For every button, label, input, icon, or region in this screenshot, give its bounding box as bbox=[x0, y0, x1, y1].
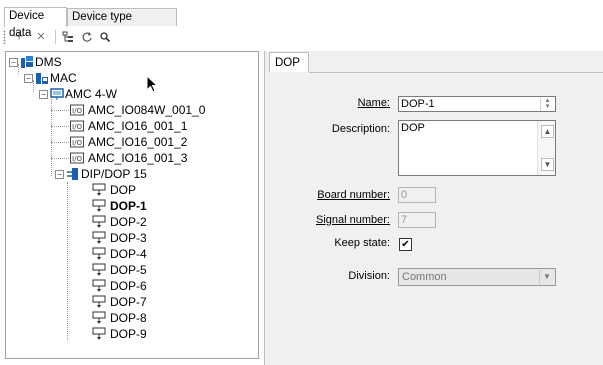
toolbar: + × bbox=[0, 27, 603, 47]
board-number-field[interactable]: 0 bbox=[398, 187, 436, 203]
expand-tree-icon[interactable] bbox=[60, 28, 76, 45]
io-module-icon: I/O bbox=[70, 136, 84, 148]
svg-text:I/O: I/O bbox=[72, 123, 82, 131]
tree-connector bbox=[51, 142, 69, 143]
board-number-value: 0 bbox=[401, 189, 408, 201]
tree-node-label: AMC_IO16_001_1 bbox=[88, 119, 188, 133]
svg-text:I/O: I/O bbox=[72, 139, 82, 147]
output-signal-icon bbox=[92, 199, 106, 212]
keep-state-label: Keep state: bbox=[334, 237, 390, 249]
toolbar-grip[interactable] bbox=[3, 30, 6, 44]
tab-underline bbox=[309, 72, 603, 73]
tree-connector bbox=[33, 80, 34, 92]
signal-number-field[interactable]: 7 bbox=[398, 212, 436, 228]
tree-connector bbox=[18, 64, 19, 74]
tree-node-label: DOP-7 bbox=[110, 295, 147, 309]
tree-node-label: DOP-4 bbox=[110, 247, 147, 261]
tree-connector bbox=[51, 126, 69, 127]
signal-number-label: Signal number: bbox=[316, 214, 390, 226]
tree-connector bbox=[51, 96, 52, 176]
computer-icon bbox=[36, 73, 48, 84]
output-signal-icon bbox=[92, 183, 106, 196]
tab-dop-label: DOP bbox=[275, 57, 300, 69]
tree-node-label: AMC_IO084W_001_0 bbox=[88, 103, 206, 117]
output-signal-icon bbox=[92, 231, 106, 244]
tab-device-type-assignment[interactable]: Device type assignment bbox=[67, 8, 177, 40]
signal-number-value: 7 bbox=[401, 214, 408, 226]
name-spin-icon[interactable]: ▴ ▾ bbox=[540, 97, 554, 111]
name-label: Name: bbox=[357, 97, 390, 109]
tree-connector bbox=[67, 182, 68, 340]
collapse-icon[interactable]: − bbox=[55, 170, 64, 179]
delete-icon[interactable]: × bbox=[33, 28, 49, 45]
tree-node-label: DOP-5 bbox=[110, 263, 147, 277]
tree-node-label: DOP-8 bbox=[110, 311, 147, 325]
mouse-pointer-icon bbox=[146, 75, 159, 93]
device-tree[interactable]: − DMS − MAC − AMC 4-W I/O AMC_IO084W_001… bbox=[5, 51, 259, 359]
tree-connector bbox=[51, 158, 69, 159]
io-module-icon: I/O bbox=[70, 104, 84, 116]
description-field[interactable]: DOP ▲ ▼ bbox=[398, 120, 556, 176]
tree-connector bbox=[51, 110, 69, 111]
description-value: DOP bbox=[401, 122, 425, 134]
output-signal-icon bbox=[92, 327, 106, 340]
division-label: Division: bbox=[348, 270, 390, 282]
server-group-icon bbox=[21, 56, 33, 68]
tree-node-label: MAC bbox=[50, 71, 77, 85]
tree-node-label: DOP-2 bbox=[110, 215, 147, 229]
output-signal-icon bbox=[92, 263, 106, 276]
description-label: Description: bbox=[331, 123, 390, 135]
division-value: Common bbox=[402, 271, 447, 283]
output-signal-icon bbox=[92, 247, 106, 260]
main-tab-bar: Device data Device type assignment bbox=[0, 7, 603, 40]
io-module-icon: I/O bbox=[70, 152, 84, 164]
board-number-label: Board number: bbox=[317, 189, 390, 201]
toolbar-separator bbox=[55, 30, 56, 44]
division-select[interactable]: Common ▼ bbox=[398, 268, 556, 286]
tab-device-data[interactable]: Device data bbox=[4, 7, 67, 39]
tree-node-label: DMS bbox=[35, 55, 62, 69]
tree-node-label: DOP-6 bbox=[110, 279, 147, 293]
output-signal-icon bbox=[92, 279, 106, 292]
detail-panel: DOP Name: DOP-1 ▴ ▾ Description: DOP ▲ ▼ … bbox=[264, 51, 603, 365]
name-value: DOP-1 bbox=[401, 98, 435, 110]
collapse-icon[interactable]: − bbox=[24, 74, 33, 83]
output-signal-icon bbox=[92, 311, 106, 324]
search-icon[interactable] bbox=[97, 28, 113, 45]
tab-dop[interactable]: DOP bbox=[269, 52, 309, 72]
keep-state-checkbox[interactable]: ✔ bbox=[399, 238, 412, 251]
tree-node-label: DOP-9 bbox=[110, 327, 147, 341]
collapse-icon[interactable]: − bbox=[9, 58, 18, 67]
tree-node-label: AMC_IO16_001_3 bbox=[88, 151, 188, 165]
output-signal-icon bbox=[92, 215, 106, 228]
svg-text:I/O: I/O bbox=[72, 107, 82, 115]
tree-node-label: DOP bbox=[110, 183, 137, 197]
svg-text:I/O: I/O bbox=[72, 155, 82, 163]
refresh-icon[interactable] bbox=[79, 28, 95, 45]
tree-node-label: DIP/DOP 15 bbox=[81, 167, 147, 181]
scroll-down-icon[interactable]: ▼ bbox=[541, 158, 554, 171]
scroll-up-icon[interactable]: ▲ bbox=[541, 125, 554, 138]
output-signal-icon bbox=[92, 295, 106, 308]
controller-icon bbox=[50, 88, 64, 100]
description-scrollbar[interactable]: ▲ ▼ bbox=[537, 121, 555, 175]
tree-node-label: DOP-3 bbox=[110, 231, 147, 245]
io-module-icon: I/O bbox=[70, 120, 84, 132]
chevron-down-icon[interactable]: ▼ bbox=[539, 270, 554, 284]
collapse-icon[interactable]: − bbox=[39, 90, 48, 99]
tree-node-label: AMC 4-W bbox=[65, 87, 117, 101]
tree-node-label: AMC_IO16_001_2 bbox=[88, 135, 188, 149]
name-field[interactable]: DOP-1 ▴ ▾ bbox=[398, 96, 556, 112]
dip-dop-icon bbox=[67, 168, 78, 180]
tree-node-label: DOP-1 bbox=[110, 199, 147, 213]
